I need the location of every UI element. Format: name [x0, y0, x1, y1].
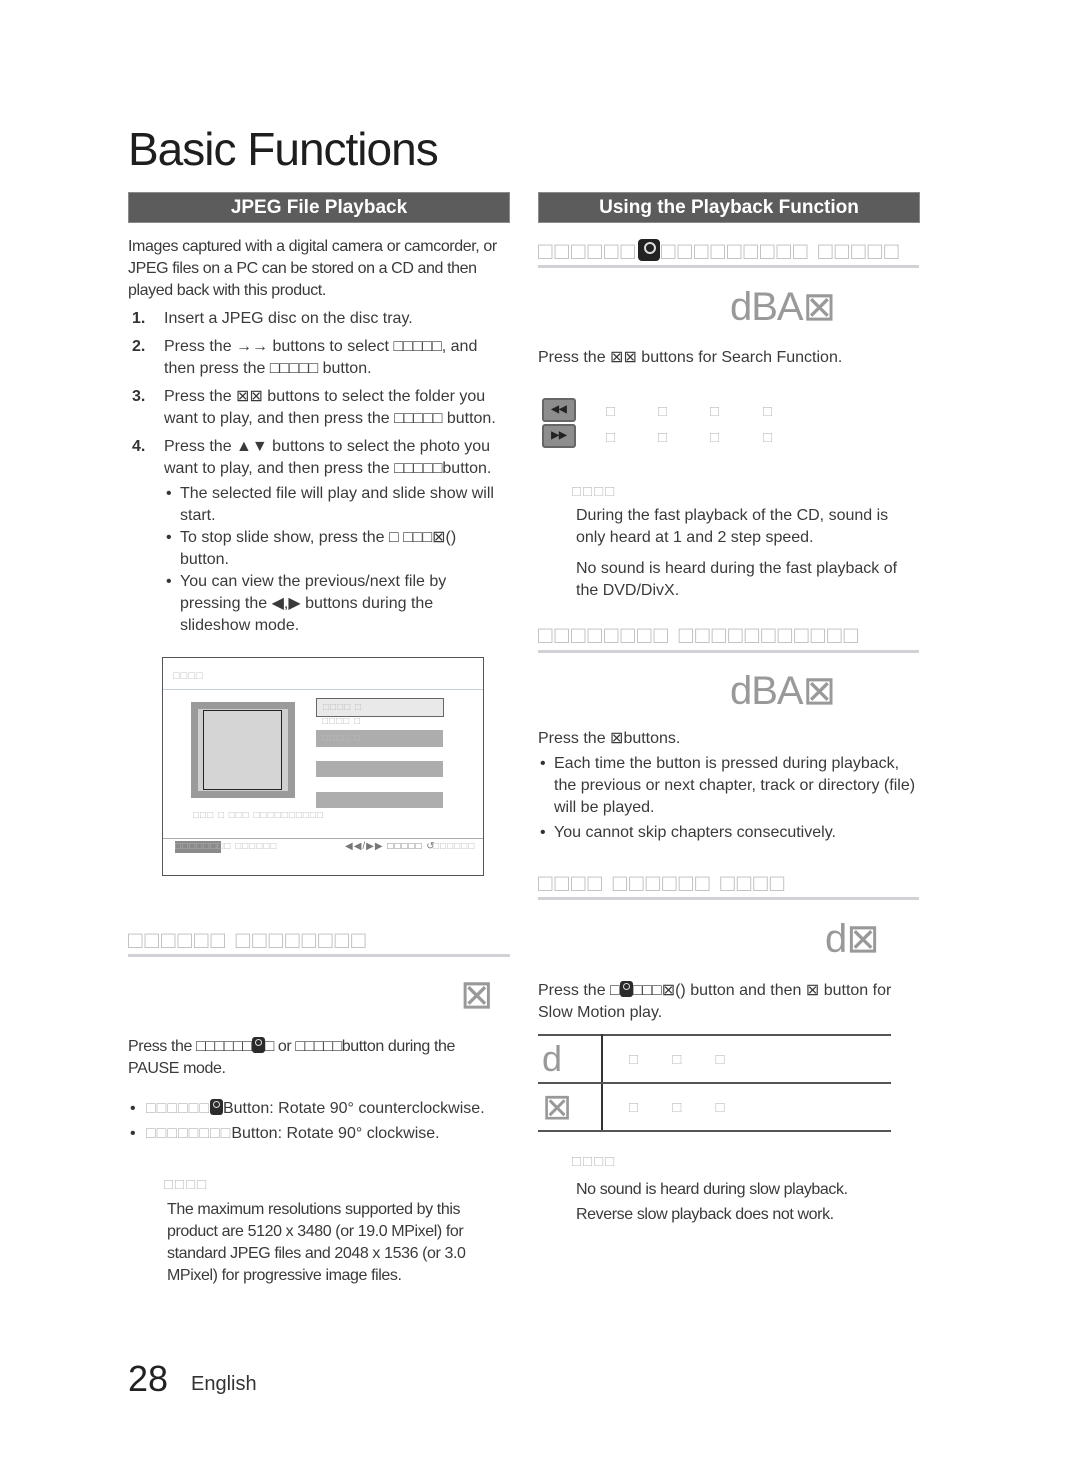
page-title: Basic Functions — [128, 123, 439, 175]
osd-list-item[interactable]: □□□□ □ — [316, 713, 442, 730]
remote-button-icon — [209, 1099, 223, 1115]
step-item: 3. Press the ⊠⊠ buttons to select the fol… — [132, 388, 496, 427]
bullet-item: The selected file will play and slide sh… — [164, 483, 504, 527]
osd-divider — [163, 689, 483, 690]
rewind-speed: □ — [606, 403, 616, 420]
forward-speed: □ — [658, 429, 668, 446]
slow-subhead: □□□□ □□□□□□ □□□□ — [538, 870, 787, 897]
subhead-rule — [538, 265, 919, 268]
step-item: 2. Press the →→ buttons to select □□□□□, … — [132, 338, 478, 377]
osd-footer-right[interactable]: □□□□□□ — [433, 841, 475, 852]
search-note: No sound is heard during the fast playba… — [576, 560, 898, 599]
skip-bullets: Each time the button is pressed during p… — [538, 753, 918, 844]
rotate-instruction: Press the □□□□□□ □ or □□□□□button during … — [128, 1037, 456, 1077]
table-key: d — [538, 1034, 603, 1084]
slow-disc-labels: d⊠ — [825, 917, 880, 961]
table-row: ⊠ □ □ □ — [538, 1082, 891, 1132]
osd-list-item[interactable]: □□□□ □ — [316, 730, 443, 747]
search-note: During the fast playback of the CD, soun… — [576, 507, 889, 546]
fast-forward-button[interactable]: ▶▶ — [542, 424, 576, 448]
rotate-disc-label: ⊠ — [460, 973, 494, 1017]
search-instruction: Press the ⊠⊠ buttons for Search Function… — [538, 349, 843, 366]
skip-disc-labels: dBA⊠ — [730, 669, 836, 713]
osd-list-item-empty[interactable] — [316, 792, 443, 808]
table-row: d □ □ □ — [538, 1034, 891, 1084]
jpeg-osd-screen: □□□□ □□□□ □ □□□□ □ □□□□ □ □□□ □ □□□ □□□□… — [162, 657, 484, 876]
osd-caption: □□□ □ □□□ □□□□□□□□□□ — [193, 810, 325, 821]
search-subhead: □□□□□□ □□□□□□□□□ □□□□□ — [538, 238, 901, 265]
note-label: □□□□ — [164, 1176, 209, 1193]
osd-divider — [163, 838, 483, 839]
rotate-note: The maximum resolutions supported by thi… — [167, 1201, 466, 1284]
rewind-speed: □ — [658, 403, 668, 420]
bullet-item: To stop slide show, press the □ □□□⊠() b… — [164, 527, 504, 571]
slow-note: Reverse slow playback does not work. — [576, 1206, 834, 1223]
note-label: □□□□ — [572, 1153, 617, 1170]
section-title-jpeg: JPEG File Playback — [128, 192, 510, 223]
slow-speed-table: d □ □ □ ⊠ □ □ □ — [538, 1034, 891, 1132]
photo-preview — [203, 710, 282, 790]
osd-footer-left[interactable]: □□□□□□□□ □□□□□□ — [175, 841, 277, 852]
step-item: 1. Insert a JPEG disc on the disc tray. — [132, 310, 413, 327]
osd-title: □□□□ — [173, 670, 204, 682]
table-values: □ □ □ — [602, 1082, 891, 1132]
bullet-item: You cannot skip chapters consecutively. — [538, 822, 918, 844]
bullet-item: □□□□□□Button: Rotate 90° counterclockwis… — [128, 1098, 508, 1120]
remote-button-icon — [251, 1037, 265, 1053]
osd-footer-mid[interactable]: ◀◀/▶▶ □□□□□ ↺ — [345, 841, 436, 852]
forward-speed: □ — [763, 429, 773, 446]
jpeg-intro: Images captured with a digital camera or… — [128, 238, 497, 299]
table-values: □ □ □ — [602, 1034, 891, 1084]
subhead-rule — [538, 650, 919, 653]
rewind-button[interactable]: ◀◀ — [542, 398, 576, 422]
bullet-item: □□□□□□□□Button: Rotate 90° clockwise. — [128, 1123, 508, 1145]
bullet-item: You can view the previous/next file by p… — [164, 571, 504, 637]
jpeg-bullets: The selected file will play and slide sh… — [164, 483, 504, 637]
jpeg-steps: 1. Insert a JPEG disc on the disc tray. 2… — [132, 308, 517, 486]
skip-instruction: Press the ⊠buttons. — [538, 730, 681, 747]
note-label: □□□□ — [572, 483, 617, 500]
dvd-disc-icon — [637, 239, 660, 261]
bullet-item: Each time the button is pressed during p… — [538, 753, 918, 819]
subhead-rule — [128, 954, 510, 957]
subhead-rule — [538, 897, 919, 900]
table-key: ⊠ — [538, 1082, 603, 1132]
osd-thumbnail[interactable] — [191, 702, 295, 798]
osd-list-item-empty[interactable] — [316, 761, 443, 777]
rotate-subhead: □□□□□□ □□□□□□□□ — [128, 927, 368, 954]
forward-speed: □ — [606, 429, 616, 446]
skip-subhead: □□□□□□□□ □□□□□□□□□□□ — [538, 622, 861, 649]
section-title-playback: Using the Playback Function — [538, 192, 920, 223]
slow-note: No sound is heard during slow playback. — [576, 1181, 848, 1198]
slow-instruction: Press the □ □□□⊠() button and then ⊠ butt… — [538, 981, 892, 1021]
remote-button-icon — [619, 981, 633, 997]
rewind-speed: □ — [710, 403, 720, 420]
search-disc-labels: dBA⊠ — [730, 285, 836, 329]
page-language: English — [191, 1373, 257, 1395]
rewind-speed: □ — [763, 403, 773, 420]
page-number: 28 — [128, 1358, 169, 1399]
forward-speed: □ — [710, 429, 720, 446]
step-item: 4. Press the ▲▼ buttons to select the pho… — [132, 438, 492, 477]
rotate-bullets: □□□□□□Button: Rotate 90° counterclockwis… — [128, 1098, 508, 1145]
